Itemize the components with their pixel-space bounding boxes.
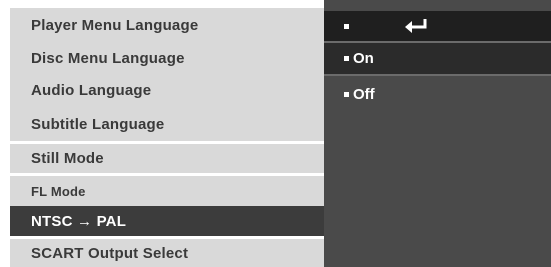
bullet-icon: [344, 56, 349, 61]
menu-item-ntsc-pal[interactable]: NTSC → PAL: [10, 206, 324, 236]
menu-item-player-menu-language[interactable]: Player Menu Language: [10, 8, 324, 42]
menu-item-label: Audio Language: [31, 82, 152, 99]
menu-item-label: Subtitle Language: [31, 115, 165, 133]
options-divider: [324, 74, 551, 76]
settings-screen: Player Menu Language Disc Menu Language …: [0, 0, 551, 267]
settings-menu: Player Menu Language Disc Menu Language …: [10, 8, 324, 267]
option-label: On: [353, 50, 374, 67]
menu-item-label: Player Menu Language: [31, 16, 199, 34]
options-panel: On Off: [324, 0, 551, 267]
menu-item-scart-output-select[interactable]: SCART Output Select: [10, 239, 324, 267]
options-header: [324, 11, 551, 41]
bullet-icon: [344, 23, 349, 29]
menu-item-subtitle-language[interactable]: Subtitle Language: [10, 107, 324, 141]
menu-item-label: Still Mode: [31, 150, 104, 167]
return-icon[interactable]: [403, 17, 429, 35]
menu-item-label: Disc Menu Language: [31, 49, 185, 67]
option-on[interactable]: On: [324, 43, 551, 74]
menu-item-fl-mode[interactable]: FL Mode: [10, 176, 324, 206]
menu-item-label: NTSC → PAL: [31, 212, 127, 230]
menu-item-audio-language[interactable]: Audio Language: [10, 74, 324, 107]
menu-item-label: SCART Output Select: [31, 244, 189, 262]
option-label: Off: [353, 86, 375, 103]
option-off[interactable]: Off: [324, 79, 551, 110]
bullet-icon: [344, 92, 349, 97]
menu-item-still-mode[interactable]: Still Mode: [10, 144, 324, 173]
menu-item-disc-menu-language[interactable]: Disc Menu Language: [10, 42, 324, 74]
menu-item-label: FL Mode: [31, 183, 86, 199]
